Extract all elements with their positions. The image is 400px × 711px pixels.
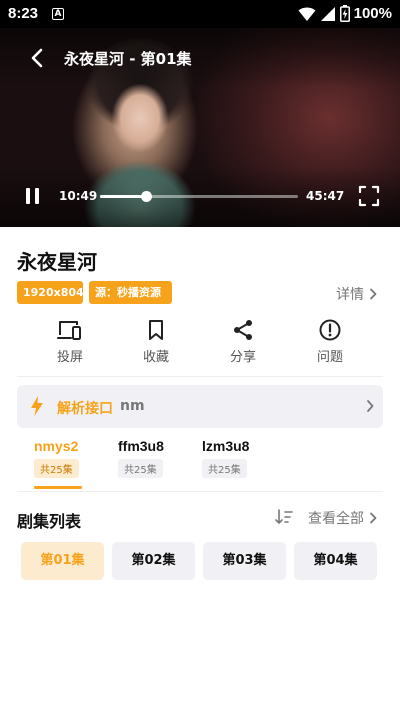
alert-icon [319, 319, 341, 341]
video-title: 永夜星河 - 第01集 [64, 50, 192, 68]
episode-button-03[interactable]: 第03集 [203, 542, 286, 580]
episode-button-02[interactable]: 第02集 [112, 542, 195, 580]
source-name: ffm3u8 [118, 438, 164, 454]
notification-badge-icon: A [52, 8, 64, 20]
source-tab-ffm3u8[interactable]: ffm3u8 共25集 [118, 438, 188, 478]
source-episode-count: 共25集 [34, 459, 79, 478]
view-all-label: 查看全部 [308, 511, 364, 527]
cast-label: 投屏 [56, 350, 83, 365]
video-player[interactable]: 永夜星河 - 第01集 10:49 45:47 [0, 28, 400, 227]
source-tab-nmys2[interactable]: nmys2 共25集 [34, 438, 104, 478]
battery-percent: 100% [353, 5, 392, 22]
lightning-icon [31, 396, 43, 416]
back-button[interactable] [26, 46, 50, 70]
chevron-right-icon [370, 288, 377, 300]
action-bar: 投屏 收藏 分享 问题 [17, 318, 383, 366]
progress-thumb[interactable] [140, 191, 152, 202]
episode-button-01[interactable]: 第01集 [21, 542, 104, 580]
source-tab-lzm3u8[interactable]: lzm3u8 共25集 [202, 438, 272, 478]
source-name: lzm3u8 [202, 438, 250, 454]
show-title: 永夜星河 [17, 250, 97, 274]
parser-label: 解析接口 [57, 401, 113, 417]
bookmark-icon [149, 320, 163, 340]
report-issue-label: 问题 [316, 350, 343, 365]
share-label: 分享 [229, 350, 256, 365]
fullscreen-button[interactable] [358, 185, 380, 207]
pause-button[interactable] [22, 185, 44, 207]
chevron-right-icon [370, 512, 377, 524]
cast-icon [57, 321, 81, 340]
source-episode-count: 共25集 [202, 459, 247, 478]
episode-button-04[interactable]: 第04集 [294, 542, 377, 580]
detail-label: 详情 [336, 287, 364, 303]
view-all-button[interactable]: 查看全部 [308, 508, 378, 528]
sort-button[interactable] [274, 508, 294, 526]
status-bar: 8:23 A 100% [0, 0, 400, 28]
episode-list-title: 剧集列表 [17, 512, 82, 531]
report-issue-button[interactable]: 问题 [300, 318, 360, 365]
share-icon [234, 320, 252, 340]
share-button[interactable]: 分享 [213, 318, 273, 365]
parser-value: nm [120, 398, 145, 414]
divider [17, 491, 383, 492]
source-tag: 源：秒播资源 [89, 281, 172, 304]
chevron-right-icon [367, 400, 374, 412]
favorite-label: 收藏 [142, 350, 169, 365]
source-name: nmys2 [34, 438, 79, 454]
source-episode-count: 共25集 [118, 459, 163, 478]
favorite-button[interactable]: 收藏 [126, 318, 186, 365]
signal-icon [320, 6, 335, 21]
status-icons: 100% [298, 5, 392, 22]
progress-fill [100, 195, 146, 198]
resolution-tag: 1920x804 [17, 281, 84, 304]
current-time: 10:49 [59, 189, 98, 203]
status-time: 8:23 [8, 5, 39, 22]
detail-link[interactable]: 详情 [336, 284, 378, 304]
cast-button[interactable]: 投屏 [40, 318, 100, 365]
progress-bar[interactable] [100, 191, 298, 202]
divider [17, 376, 383, 377]
parser-selector[interactable]: 解析接口 nm [17, 385, 383, 428]
battery-charging-icon [339, 5, 350, 22]
total-time: 45:47 [306, 189, 345, 203]
wifi-icon [298, 7, 316, 21]
active-source-indicator [34, 486, 82, 489]
